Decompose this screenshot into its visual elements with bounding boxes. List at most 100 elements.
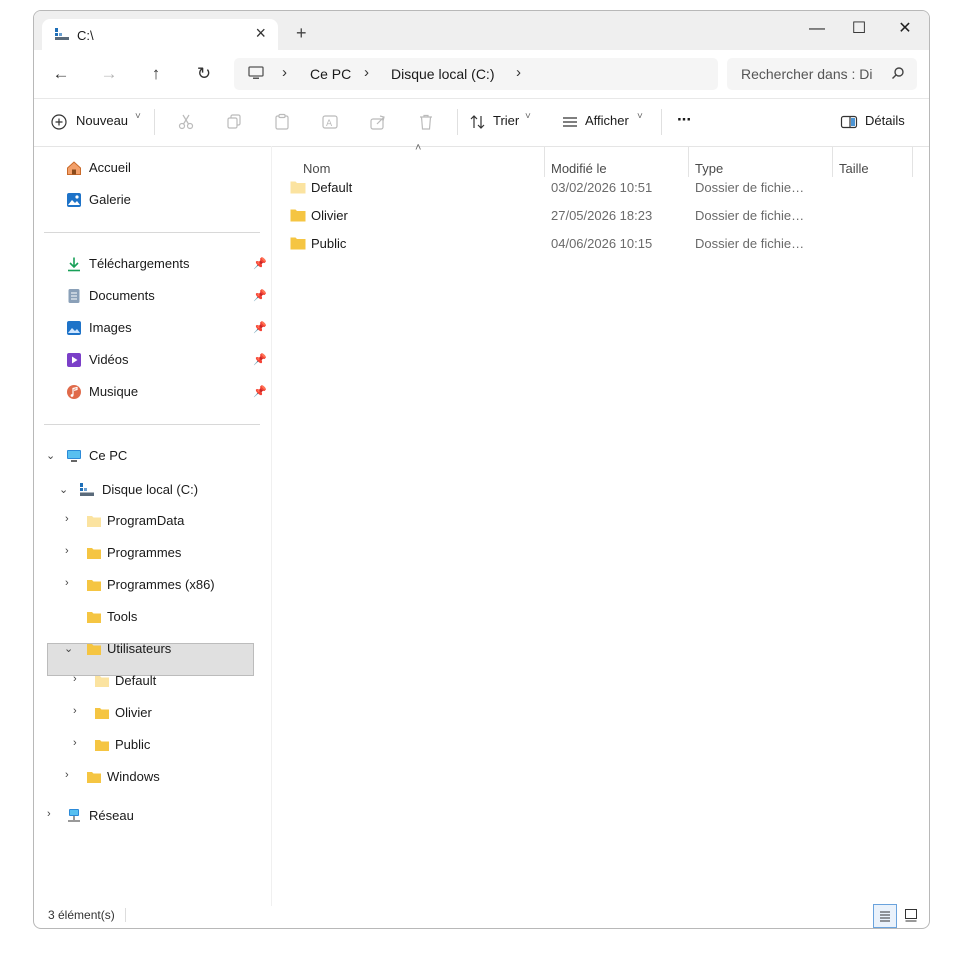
search-box[interactable]: Rechercher dans : Disque local (C:) [727, 58, 917, 90]
forward-button[interactable]: → [97, 62, 121, 86]
folder-icon [87, 772, 101, 783]
file-row[interactable]: Public 04/06/2026 10:15 Dossier de fichi… [286, 230, 906, 258]
up-button[interactable]: ↑ [144, 62, 168, 86]
close-button[interactable]: ✕ [882, 15, 928, 43]
chevron-right-icon[interactable]: › [73, 673, 77, 685]
column-divider[interactable] [688, 147, 689, 177]
chevron-right-icon[interactable]: › [47, 808, 51, 820]
view-icon [563, 117, 577, 127]
drive-icon [55, 28, 69, 40]
chevron-right-icon[interactable]: › [65, 545, 69, 557]
chevron-down-icon[interactable]: ⌄ [59, 483, 68, 496]
pin-icon[interactable]: 📌 [253, 249, 267, 279]
chevron-down-icon[interactable]: ˅ [637, 111, 643, 122]
breadcrumb-separator[interactable]: › [516, 64, 521, 81]
address-bar[interactable]: › Ce PC › Disque local (C:) › [234, 58, 718, 90]
tab-title: C:\ [77, 28, 94, 43]
gallery-icon [67, 193, 81, 207]
home-icon [67, 161, 81, 175]
new-button[interactable]: Nouveau [76, 113, 128, 128]
tab-c-drive[interactable]: C:\ × [42, 19, 278, 50]
tiles-view-button[interactable] [900, 904, 922, 926]
drive-icon [80, 483, 94, 496]
chevron-down-icon[interactable]: ˅ [525, 111, 531, 122]
column-divider[interactable] [832, 147, 833, 177]
videos-icon [67, 353, 81, 367]
command-bar: Nouveau ˅ A Trier ˅ Afficher ˅ ··· Détai… [34, 98, 929, 147]
file-modified: 04/06/2026 10:15 [551, 236, 653, 251]
folder-icon [87, 644, 101, 655]
folder-icon [87, 580, 101, 591]
sort-button[interactable]: Trier [493, 113, 519, 128]
chevron-right-icon[interactable]: › [65, 513, 69, 525]
chevron-down-icon[interactable]: ⌄ [64, 642, 73, 655]
sidebar-item-images[interactable]: Images 📌 [66, 313, 267, 343]
share-icon[interactable] [369, 113, 387, 131]
download-icon [68, 257, 80, 272]
folder-icon [290, 209, 306, 222]
more-options-icon[interactable]: ··· [677, 110, 692, 130]
chevron-down-icon[interactable]: ⌄ [46, 449, 55, 462]
column-divider[interactable] [544, 147, 545, 177]
title-bar: C:\ × + — ☐ ✕ [34, 11, 929, 50]
sidebar-item-documents[interactable]: Documents 📌 [66, 281, 267, 311]
tiles-view-icon [905, 909, 917, 922]
file-name: Public [311, 236, 347, 251]
breadcrumb-ce-pc[interactable]: Ce PC [310, 66, 351, 82]
svg-text:A: A [326, 119, 333, 129]
file-row[interactable]: Olivier 27/05/2026 18:23 Dossier de fich… [286, 202, 906, 230]
pin-icon[interactable]: 📌 [253, 377, 267, 407]
sidebar-divider [44, 232, 260, 233]
maximize-button[interactable]: ☐ [836, 15, 882, 43]
folder-icon [87, 548, 101, 559]
back-button[interactable]: ← [49, 62, 73, 86]
documents-icon [68, 289, 80, 303]
minimize-button[interactable]: — [794, 15, 840, 43]
sidebar-item-telechargements[interactable]: Téléchargements 📌 [66, 249, 267, 279]
new-tab-icon[interactable]: + [296, 23, 307, 43]
view-button[interactable]: Afficher [585, 113, 629, 128]
navigation-pane: Accueil Galerie Téléchargements 📌 Docume… [44, 160, 267, 823]
paste-icon[interactable] [273, 113, 291, 131]
computer-icon [248, 66, 264, 79]
refresh-button[interactable]: ↻ [192, 62, 216, 86]
rename-icon[interactable]: A [321, 113, 339, 131]
file-modified: 27/05/2026 18:23 [551, 208, 653, 223]
column-divider[interactable] [912, 147, 913, 177]
breadcrumb-disque-local[interactable]: Disque local (C:) [391, 66, 494, 82]
details-pane-icon [840, 115, 858, 129]
chevron-right-icon[interactable]: › [73, 737, 77, 749]
chevron-right-icon[interactable]: › [65, 769, 69, 781]
pin-icon[interactable]: 📌 [253, 313, 267, 343]
sidebar-item-videos[interactable]: Vidéos 📌 [66, 345, 267, 375]
delete-icon[interactable] [417, 113, 435, 131]
toolbar-divider [154, 109, 155, 135]
details-button[interactable]: Détails [865, 113, 905, 128]
folder-icon [290, 181, 306, 194]
file-row[interactable]: Default 03/02/2026 10:51 Dossier de fich… [286, 174, 906, 202]
new-icon [51, 114, 67, 130]
file-explorer-window: C:\ × + — ☐ ✕ ← → ↑ ↻ › Ce PC › Disque l… [33, 10, 930, 929]
pane-divider[interactable] [271, 146, 272, 906]
tab-close-icon[interactable]: × [255, 23, 266, 43]
search-input[interactable]: Rechercher dans : Disque local (C:) [741, 66, 873, 82]
details-view-button[interactable] [873, 904, 897, 928]
sort-icon [470, 115, 485, 129]
copy-icon[interactable] [225, 113, 243, 131]
toolbar-divider [661, 109, 662, 135]
pin-icon[interactable]: 📌 [253, 345, 267, 375]
breadcrumb-separator[interactable]: › [282, 64, 287, 81]
cut-icon[interactable] [177, 113, 195, 131]
chevron-right-icon[interactable]: › [73, 705, 77, 717]
chevron-down-icon[interactable]: ˅ [135, 111, 141, 122]
file-type: Dossier de fichie… [695, 180, 805, 195]
sidebar-item-musique[interactable]: Musique 📌 [66, 377, 267, 407]
file-type: Dossier de fichie… [695, 208, 805, 223]
breadcrumb-separator[interactable]: › [364, 64, 369, 81]
pictures-icon [67, 321, 81, 335]
folder-icon [95, 740, 109, 751]
folder-icon [95, 708, 109, 719]
status-divider [125, 908, 126, 922]
chevron-right-icon[interactable]: › [65, 577, 69, 589]
pin-icon[interactable]: 📌 [253, 281, 267, 311]
